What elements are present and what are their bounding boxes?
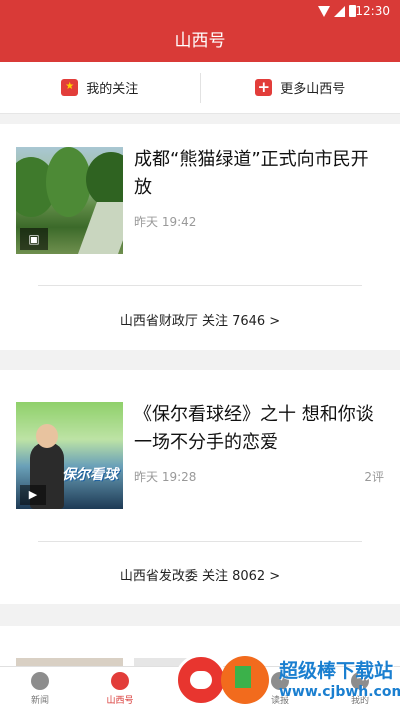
- article-time: 昨天 19:42: [134, 215, 197, 229]
- signal-icon: [334, 5, 345, 17]
- thumbnail-text: 保尔看球: [62, 467, 118, 483]
- channel-follow-link[interactable]: 山西省财政厅 关注 7646 >: [0, 310, 400, 329]
- follow-bar: ★ 我的关注 + 更多山西号: [0, 62, 400, 114]
- watermark-url: www.cjbwh.com: [279, 684, 400, 700]
- more-channels-label: 更多山西号: [280, 82, 346, 97]
- site-watermark: 超级棒下载站 www.cjbwh.com: [175, 650, 400, 710]
- channel-follow-link[interactable]: 山西省发改委 关注 8062 >: [0, 565, 400, 584]
- tab-label: 山西号: [106, 695, 134, 706]
- tab-news[interactable]: 新闻: [0, 667, 80, 710]
- article-headline[interactable]: 《保尔看球经》之十 想和你谈一场不分手的恋爱: [134, 401, 384, 457]
- video-thumbnail[interactable]: 保尔看球 ▶: [16, 402, 123, 509]
- tree-shape: [46, 147, 91, 217]
- shanxi-hao-icon: [111, 671, 129, 690]
- article-time: 昨天 19:28: [134, 470, 197, 484]
- comment-count: 2评: [364, 470, 384, 484]
- status-time: 12:30: [355, 4, 390, 18]
- play-icon: ▶: [20, 485, 46, 505]
- separator: [38, 285, 362, 286]
- page-title: 山西号: [0, 24, 400, 62]
- more-channels-button[interactable]: + 更多山西号: [201, 62, 400, 113]
- status-icons: [318, 5, 356, 17]
- separator: [38, 541, 362, 542]
- wifi-icon: [318, 5, 330, 17]
- feed-card[interactable]: 保尔看球 ▶ 《保尔看球经》之十 想和你谈一场不分手的恋爱 昨天 19:28 2…: [0, 370, 400, 604]
- watermark-title: 超级棒下载站: [279, 660, 394, 682]
- plus-icon: +: [255, 79, 273, 96]
- download-logo-icon: [221, 656, 269, 704]
- path-shape: [75, 202, 123, 254]
- article-headline[interactable]: 成都“熊猫绿道”正式向市民开放: [134, 146, 384, 202]
- tab-shanxi-hao[interactable]: 山西号: [80, 667, 160, 710]
- article-thumbnail[interactable]: ▣: [16, 147, 123, 254]
- star-icon: ★: [61, 79, 79, 96]
- article-thumbnail[interactable]: [16, 658, 123, 666]
- news-icon: [31, 671, 49, 690]
- my-follow-button[interactable]: ★ 我的关注: [0, 62, 200, 113]
- feed-card[interactable]: ▣ 成都“熊猫绿道”正式向市民开放 昨天 19:42 山西省财政厅 关注 764…: [0, 124, 400, 350]
- person-head-shape: [36, 424, 58, 448]
- image-icon: ▣: [20, 228, 48, 250]
- robot-logo-icon: [175, 654, 227, 706]
- tree-shape: [86, 152, 123, 207]
- status-bar: 12:30: [0, 0, 400, 24]
- tab-label: 新闻: [30, 695, 49, 706]
- my-follow-label: 我的关注: [86, 82, 139, 97]
